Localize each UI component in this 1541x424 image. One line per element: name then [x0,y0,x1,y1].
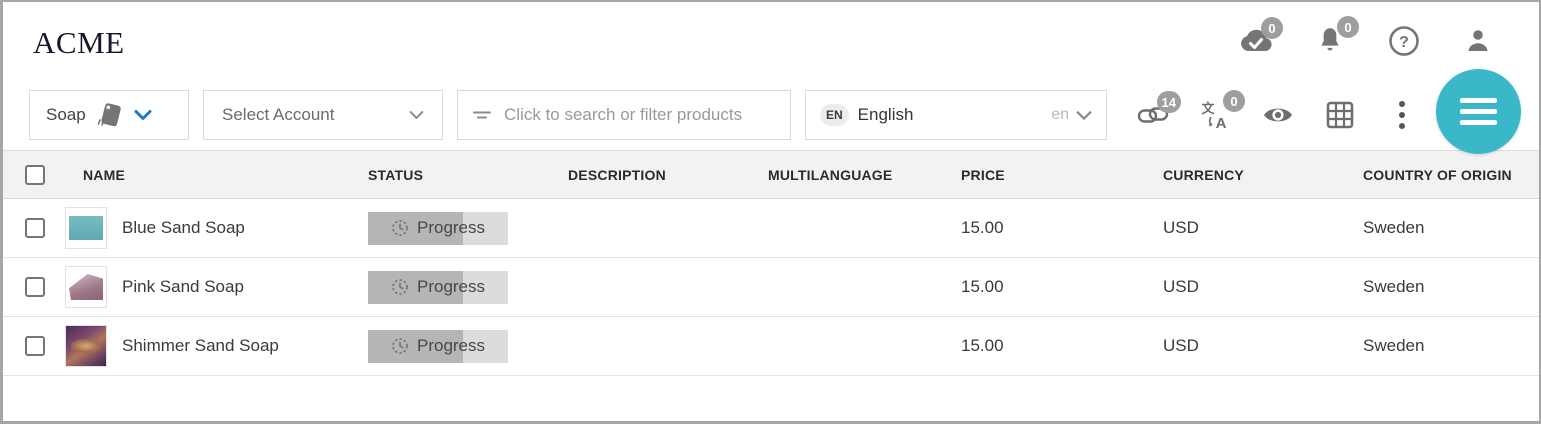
chevron-down-icon [409,110,424,120]
cell-price: 15.00 [961,277,1163,297]
sync-tasks-button[interactable]: 0 [1239,24,1273,58]
hamburger-icon [1460,98,1497,103]
chevron-down-icon [134,109,152,121]
language-code-pill: EN [820,104,849,126]
cell-currency: USD [1163,277,1363,297]
column-header-status: STATUS [368,167,568,183]
cell-country: Sweden [1363,277,1539,297]
status-badge[interactable]: Progress [368,212,508,245]
main-menu-fab[interactable] [1436,69,1521,154]
row-checkbox[interactable] [25,336,45,356]
person-icon [1463,26,1493,56]
svg-text:文: 文 [1201,101,1215,116]
help-button[interactable]: ? [1387,24,1421,58]
preview-button[interactable] [1261,98,1295,132]
account-selector-label: Select Account [222,105,334,125]
filter-icon [472,107,492,123]
notifications-badge: 0 [1337,16,1359,38]
eye-icon [1262,104,1294,126]
svg-text:?: ? [1399,34,1409,51]
cell-price: 15.00 [961,218,1163,238]
table-header-row: NAME STATUS DESCRIPTION MULTILANGUAGE PR… [3,150,1539,199]
status-label: Progress [417,336,485,356]
column-header-multilanguage: MULTILANGUAGE [768,167,961,183]
user-profile-button[interactable] [1461,24,1495,58]
status-label: Progress [417,218,485,238]
language-code: en [1051,106,1069,124]
language-name: English [858,105,914,125]
grid-view-button[interactable] [1323,98,1357,132]
row-checkbox[interactable] [25,277,45,297]
notifications-button[interactable]: 0 [1313,24,1347,58]
top-icon-group: 0 0 ? [1239,24,1509,58]
product-thumbnail [65,207,107,249]
table-grid-icon [1325,100,1355,130]
clock-icon [391,219,409,237]
sync-badge: 0 [1261,17,1283,39]
top-bar: ACME 0 0 [3,2,1539,80]
app-window: ACME 0 0 [0,0,1541,424]
toolbar-icon-group: 14 文 A 0 [1137,98,1419,132]
table-row[interactable]: Pink Sand Soap Progress 15.00 USD Sweden [3,258,1539,317]
search-box[interactable] [457,90,791,140]
status-badge[interactable]: Progress [368,330,508,363]
links-badge: 14 [1157,91,1181,113]
more-options-button[interactable] [1385,98,1419,132]
product-thumbnail [65,266,107,308]
chevron-down-icon [1076,110,1092,121]
column-header-description: DESCRIPTION [568,167,768,183]
links-button[interactable]: 14 [1137,98,1171,132]
product-name: Shimmer Sand Soap [122,336,279,356]
clock-icon [391,337,409,355]
cell-country: Sweden [1363,336,1539,356]
column-header-country: COUNTRY OF ORIGIN [1363,167,1539,183]
cell-currency: USD [1163,336,1363,356]
empty-area [3,376,1539,424]
cell-currency: USD [1163,218,1363,238]
product-thumbnail [65,325,107,367]
select-all-checkbox[interactable] [25,165,45,185]
catalog-selector[interactable]: Soap [29,90,189,140]
clock-icon [391,278,409,296]
cell-country: Sweden [1363,218,1539,238]
status-badge[interactable]: Progress [368,271,508,304]
row-checkbox[interactable] [25,218,45,238]
column-header-price: PRICE [961,167,1163,183]
account-selector[interactable]: Select Account [203,90,443,140]
brand-logo: ACME [33,21,125,61]
column-header-currency: CURRENCY [1163,167,1363,183]
table-row[interactable]: Blue Sand Soap Progress 15.00 USD Sweden [3,199,1539,258]
kebab-menu-icon [1398,99,1406,131]
language-selector[interactable]: EN English en [805,90,1107,140]
table-row[interactable]: Shimmer Sand Soap Progress 15.00 USD Swe… [3,317,1539,376]
cell-price: 15.00 [961,336,1163,356]
catalog-selector-label: Soap [46,105,86,125]
question-circle-icon: ? [1388,25,1420,57]
product-name: Pink Sand Soap [122,277,244,297]
status-label: Progress [417,277,485,297]
toolbar: Soap Select Account [3,80,1539,150]
translate-button[interactable]: 文 A 0 [1199,98,1233,132]
column-header-name: NAME [65,167,368,183]
translate-badge: 0 [1223,90,1245,112]
product-card-icon [95,100,125,130]
product-name: Blue Sand Soap [122,218,245,238]
search-input[interactable] [504,105,776,125]
svg-text:A: A [1216,115,1227,130]
